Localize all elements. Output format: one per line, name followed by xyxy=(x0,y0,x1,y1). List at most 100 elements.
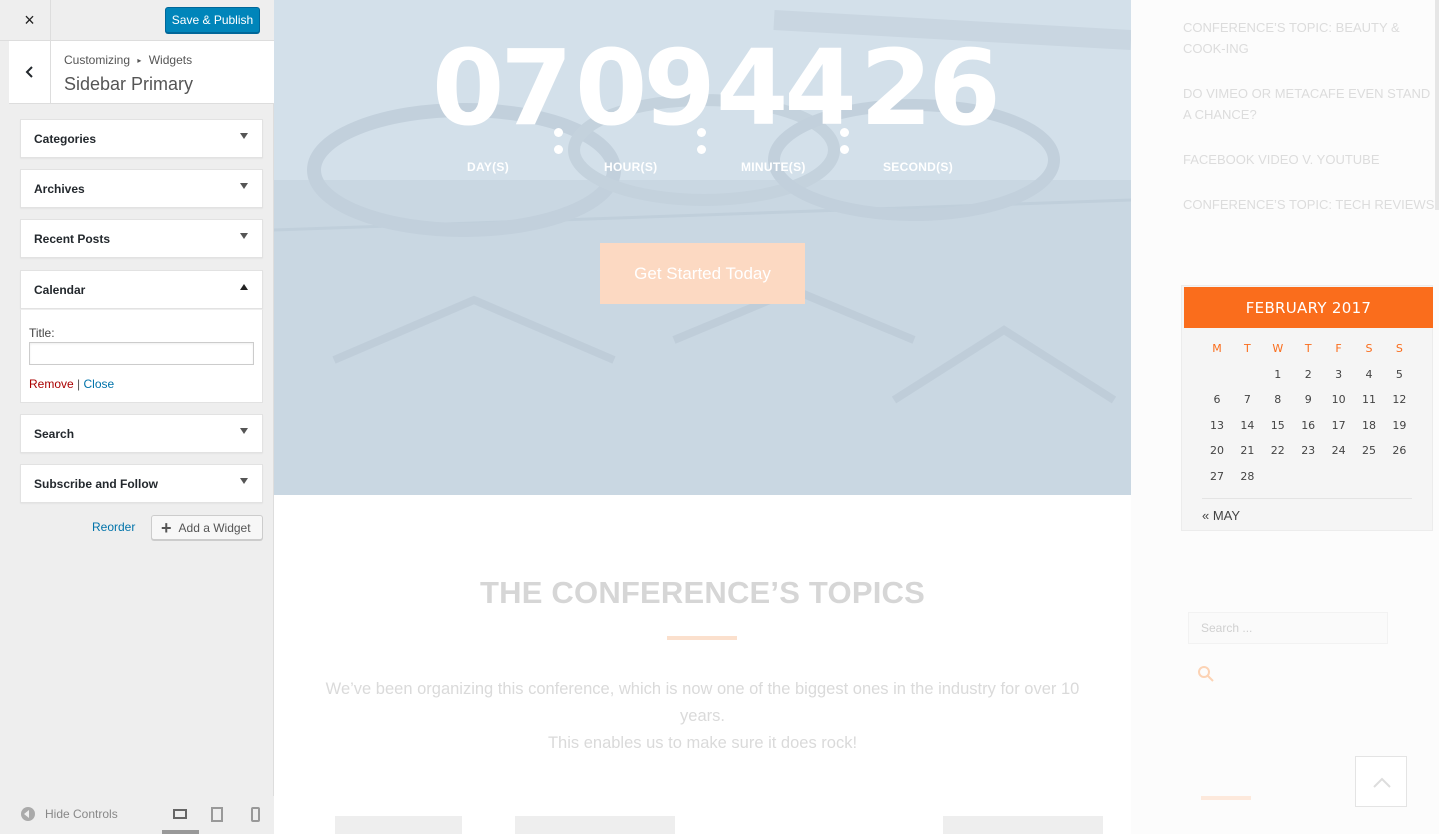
section-title: Sidebar Primary xyxy=(64,74,194,94)
countdown-minutes: 44 xyxy=(716,27,857,149)
calendar-day: 21 xyxy=(1240,444,1255,458)
title-field[interactable] xyxy=(29,342,254,365)
calendar-day: 1 xyxy=(1274,367,1282,381)
reorder-link[interactable]: Reorder xyxy=(92,520,135,534)
calendar-weekday: S xyxy=(1365,342,1373,355)
back-button[interactable] xyxy=(9,41,51,103)
caret-down-icon xyxy=(240,233,248,239)
tablet-preview-button[interactable] xyxy=(208,804,226,824)
mobile-preview-button[interactable] xyxy=(246,804,264,824)
preview-scrollbar[interactable] xyxy=(1435,0,1439,210)
calendar-day: 7 xyxy=(1243,393,1251,407)
calendar-widget-form: Title: Remove | Close xyxy=(20,309,263,403)
caret-down-icon xyxy=(240,183,248,189)
calendar-weekday: T xyxy=(1244,342,1251,355)
countdown-days-label: DAY(S) xyxy=(467,160,510,174)
widget-title: Subscribe and Follow xyxy=(34,477,159,491)
calendar-weekday: T xyxy=(1304,342,1312,355)
customizer-header: × Save & Publish xyxy=(0,0,274,41)
recent-post-link[interactable]: CONFERENCE’S TOPIC: BEAUTY & COOK-ING xyxy=(1183,17,1435,59)
recent-post-link[interactable]: CONFERENCE’S TOPIC: TECH REVIEWS xyxy=(1183,194,1435,215)
topic-thumbnail[interactable] xyxy=(335,816,462,834)
calendar-day: 8 xyxy=(1274,393,1282,407)
countdown-minutes-label: MINUTE(S) xyxy=(741,160,806,174)
calendar-day: 9 xyxy=(1304,393,1312,407)
collapse-arrow-icon xyxy=(21,807,35,821)
calendar-weekday: W xyxy=(1272,342,1284,355)
calendar-day: 23 xyxy=(1301,444,1316,458)
widget-subscribe-follow[interactable]: Subscribe and Follow xyxy=(20,464,263,503)
get-started-button[interactable]: Get Started Today xyxy=(600,243,805,304)
calendar-prev-month-link[interactable]: « MAY xyxy=(1202,508,1240,523)
widget-recent-posts[interactable]: Recent Posts xyxy=(20,219,263,258)
breadcrumb-parent: Widgets xyxy=(148,53,193,67)
calendar-day: 15 xyxy=(1270,418,1285,432)
calendar-day: 26 xyxy=(1392,444,1407,458)
add-widget-label: Add a Widget xyxy=(178,520,251,535)
caret-down-icon xyxy=(240,478,248,484)
calendar-day: 16 xyxy=(1301,418,1316,432)
desktop-icon xyxy=(173,809,187,819)
calendar-day: 20 xyxy=(1210,444,1224,458)
heading-underline xyxy=(667,636,737,640)
widget-title: Archives xyxy=(34,182,85,196)
calendar-day: 2 xyxy=(1304,367,1312,381)
calendar-day: 10 xyxy=(1331,393,1346,407)
remove-widget-link[interactable]: Remove xyxy=(29,377,74,391)
hide-controls-button[interactable]: Hide Controls xyxy=(21,807,118,821)
recent-post-link[interactable]: FACEBOOK VIDEO V. YOUTUBE xyxy=(1183,149,1435,170)
widget-title: Calendar xyxy=(34,283,86,297)
calendar-weekday: M xyxy=(1212,342,1222,355)
sidebar-search-box[interactable]: Search ... xyxy=(1188,612,1388,644)
calendar-caption: FEBRUARY 2017 xyxy=(1184,287,1433,328)
countdown-hours-label: HOUR(S) xyxy=(604,160,658,174)
topics-description: We’ve been organizing this conference, w… xyxy=(304,676,1101,757)
recent-post-link[interactable]: DO VIMEO OR METACAFE EVEN STAND A CHANCE… xyxy=(1183,83,1435,125)
topic-thumbnail[interactable] xyxy=(515,816,675,834)
calendar-day: 28 xyxy=(1240,470,1255,483)
close-customizer-button[interactable]: × xyxy=(9,0,51,40)
caret-up-icon xyxy=(240,284,248,290)
hero-section: 07 09 44 26 DAY(S) HOUR(S) MINUTE(S) SEC… xyxy=(274,0,1131,495)
calendar-day: 11 xyxy=(1362,393,1376,407)
caret-down-icon xyxy=(240,133,248,139)
countdown-days: 07 xyxy=(432,27,573,149)
calendar-day: 19 xyxy=(1392,418,1407,432)
caret-down-icon xyxy=(240,428,248,434)
add-widget-button[interactable]: + Add a Widget xyxy=(151,515,263,540)
calendar-day: 3 xyxy=(1335,367,1343,381)
close-widget-link[interactable]: Close xyxy=(84,377,115,391)
countdown-separator xyxy=(554,128,564,162)
header-strip xyxy=(0,0,9,40)
back-to-top-button[interactable] xyxy=(1355,756,1407,807)
plus-icon: + xyxy=(161,517,172,538)
countdown-hours: 09 xyxy=(575,27,716,149)
calendar-day: 17 xyxy=(1331,418,1346,432)
customizer-footer: Hide Controls xyxy=(0,796,274,834)
widget-categories[interactable]: Categories xyxy=(20,119,263,158)
calendar-day: 13 xyxy=(1210,418,1224,432)
calendar-day: 18 xyxy=(1362,418,1376,432)
topic-thumbnail[interactable] xyxy=(943,816,1103,834)
widget-archives[interactable]: Archives xyxy=(20,169,263,208)
widget-calendar[interactable]: Calendar xyxy=(20,270,263,309)
widget-title: Search xyxy=(34,427,75,441)
active-device-indicator xyxy=(162,830,199,834)
search-icon[interactable] xyxy=(1197,665,1215,683)
breadcrumb-separator-icon: ▸ xyxy=(137,56,142,65)
calendar-widget: FEBRUARY 2017 M T W T F S S 1 2 3 4 5 6 7 8 9 10 11 12 13 14… xyxy=(1181,285,1433,531)
countdown-seconds: 26 xyxy=(860,27,1001,149)
topics-heading: THE CONFERENCE’S TOPICS xyxy=(480,575,925,610)
breadcrumb-root: Customizing xyxy=(64,53,131,67)
chevron-up-icon xyxy=(1373,777,1391,788)
close-icon: × xyxy=(24,9,35,30)
widget-search[interactable]: Search xyxy=(20,414,263,453)
calendar-weekday: S xyxy=(1395,342,1403,355)
save-publish-button[interactable]: Save & Publish xyxy=(165,7,260,33)
calendar-day: 5 xyxy=(1395,367,1403,381)
desktop-preview-button[interactable] xyxy=(171,804,189,824)
countdown-separator xyxy=(697,128,707,162)
title-field-label: Title: xyxy=(29,326,55,340)
topics-description-line: We’ve been organizing this conference, w… xyxy=(325,680,1080,725)
countdown-separator xyxy=(840,128,850,162)
